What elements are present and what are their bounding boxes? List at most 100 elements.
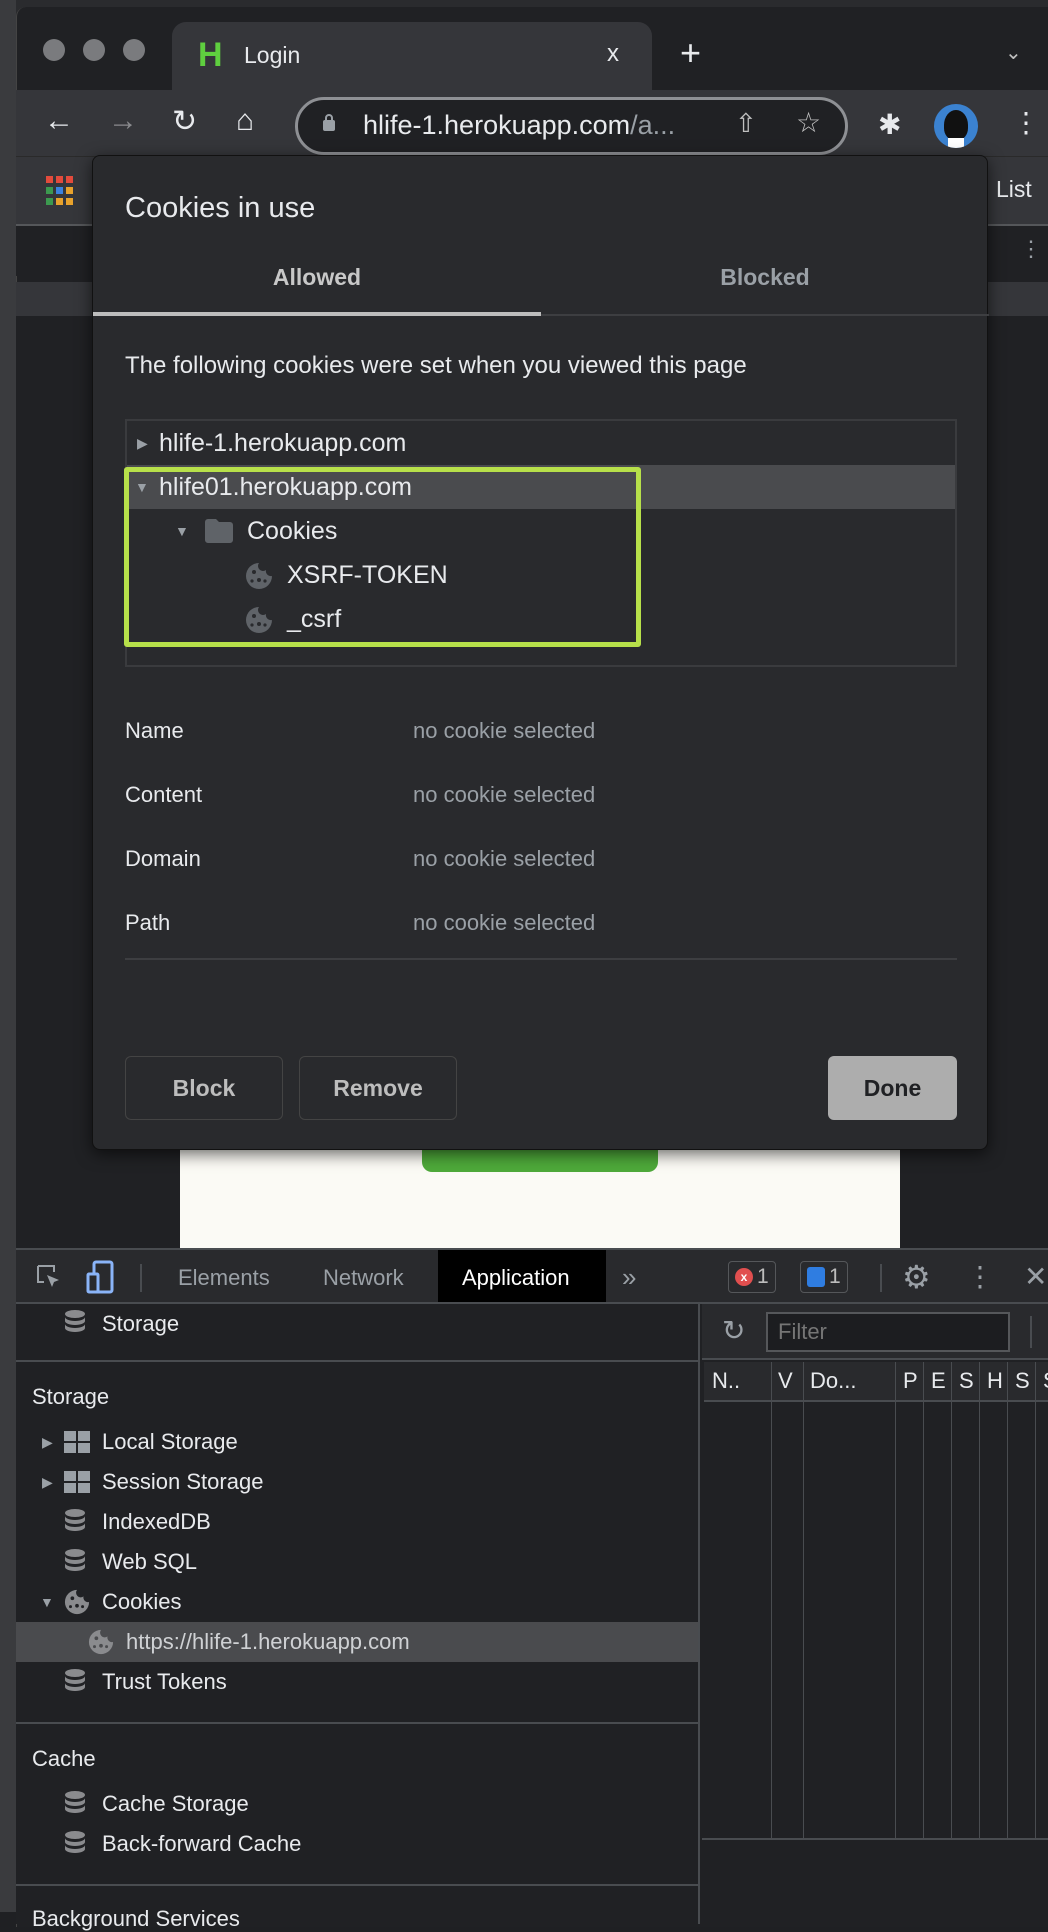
grid-icon (64, 1431, 90, 1453)
dialog-description: The following cookies were set when you … (125, 352, 747, 379)
expand-arrow-icon[interactable]: ▶ (137, 421, 148, 465)
inspect-element-icon[interactable] (36, 1264, 62, 1290)
browser-menu-icon[interactable]: ⋮ (1012, 106, 1040, 139)
sidebar-item-label: https://hlife-1.herokuapp.com (126, 1629, 410, 1654)
column-header-name[interactable]: N.. (712, 1368, 740, 1394)
toolbar-divider (880, 1264, 882, 1292)
column-divider[interactable] (951, 1362, 952, 1838)
collapse-arrow-icon[interactable]: ▼ (40, 1582, 54, 1622)
details-divider (125, 958, 957, 960)
devtools-tab-application-label: Application (462, 1265, 570, 1290)
forward-arrow-icon[interactable]: → (108, 104, 138, 138)
tab-close-icon[interactable]: x (607, 40, 619, 68)
reading-list-button[interactable]: List (996, 176, 1032, 203)
application-sidebar: Storage Storage ▶ Local Storage ▶ Sessio… (16, 1304, 700, 1931)
dialog-title: Cookies in use (125, 192, 316, 224)
share-icon[interactable]: ⇧ (735, 108, 757, 139)
minimize-window-button[interactable] (83, 39, 105, 61)
sidebar-item-indexeddb[interactable]: IndexedDB (16, 1502, 698, 1542)
new-tab-button[interactable]: + (680, 32, 701, 74)
profile-avatar[interactable] (934, 104, 978, 148)
close-devtools-icon[interactable]: ✕ (1024, 1260, 1047, 1293)
sidebar-item-storage-overview[interactable]: Storage (16, 1304, 698, 1344)
error-count: 1 (757, 1265, 769, 1288)
url-path: /a... (630, 110, 676, 140)
errors-badge[interactable]: x1 (728, 1261, 776, 1293)
url-text[interactable]: hlife-1.herokuapp.com/a... (363, 110, 675, 141)
column-header-size[interactable]: S (959, 1368, 974, 1394)
extensions-puzzle-icon[interactable]: ✱ (878, 108, 901, 141)
devtools-menu-icon[interactable]: ⋮ (966, 1260, 994, 1293)
column-header-secure[interactable]: S (1015, 1368, 1030, 1394)
device-toolbar-icon[interactable] (86, 1260, 114, 1294)
devtools-tab-elements[interactable]: Elements (178, 1265, 270, 1291)
zoom-window-button[interactable] (123, 39, 145, 61)
database-icon (65, 1831, 85, 1853)
column-header-domain[interactable]: Do... (810, 1368, 856, 1394)
sidebar-item-back-forward-cache[interactable]: Back-forward Cache (16, 1824, 698, 1864)
lock-icon[interactable] (322, 113, 336, 131)
apps-grid-icon[interactable] (46, 176, 76, 206)
column-divider[interactable] (803, 1362, 804, 1838)
column-header-samesite[interactable]: S (1043, 1368, 1048, 1394)
expand-arrow-icon[interactable]: ▶ (42, 1462, 53, 1502)
sidebar-item-label: Session Storage (102, 1469, 264, 1494)
tab-blocked[interactable]: Blocked (541, 264, 989, 291)
column-divider[interactable] (895, 1362, 896, 1838)
sidebar-item-label: Cache Storage (102, 1791, 249, 1816)
database-icon (65, 1791, 85, 1813)
grid-icon (64, 1471, 90, 1493)
sidebar-item-label: Web SQL (102, 1549, 197, 1574)
column-header-expires[interactable]: E (931, 1368, 946, 1394)
detail-value-domain: no cookie selected (413, 846, 596, 871)
block-button[interactable]: Block (125, 1056, 283, 1120)
tab-allowed[interactable]: Allowed (93, 264, 541, 291)
devtools-tab-network[interactable]: Network (323, 1265, 404, 1291)
column-divider[interactable] (979, 1362, 980, 1838)
detail-value-content: no cookie selected (413, 782, 596, 807)
page-menu-icon[interactable]: ⋮ (1020, 236, 1042, 262)
settings-gear-icon[interactable]: ⚙ (902, 1258, 931, 1296)
column-divider[interactable] (1007, 1362, 1008, 1838)
database-icon (65, 1669, 85, 1691)
sidebar-item-label: Storage (102, 1311, 180, 1336)
sidebar-item-cache-storage[interactable]: Cache Storage (16, 1784, 698, 1824)
tab-search-chevron-icon[interactable]: ⌄ (1005, 40, 1022, 65)
bookmark-star-icon[interactable]: ☆ (796, 106, 821, 139)
column-divider[interactable] (923, 1362, 924, 1838)
done-button[interactable]: Done (828, 1056, 957, 1120)
filter-input[interactable] (766, 1312, 1010, 1352)
tree-item-label: hlife-1.herokuapp.com (159, 429, 407, 457)
close-window-button[interactable] (43, 39, 65, 61)
tab-title: Login (244, 42, 301, 68)
storage-section-header: Storage (32, 1384, 110, 1409)
tree-item-hlife-1[interactable]: ▶ hlife-1.herokuapp.com (127, 421, 955, 465)
column-divider[interactable] (771, 1362, 772, 1838)
home-icon[interactable]: ⌂ (236, 104, 254, 138)
sidebar-item-local-storage[interactable]: ▶ Local Storage (16, 1422, 698, 1462)
column-header-value[interactable]: V (778, 1368, 793, 1394)
sidebar-item-web-sql[interactable]: Web SQL (16, 1542, 698, 1582)
expand-arrow-icon[interactable]: ▶ (42, 1422, 53, 1462)
sidebar-item-cookies-origin[interactable]: https://hlife-1.herokuapp.com (16, 1622, 698, 1662)
column-header-path[interactable]: P (903, 1368, 918, 1394)
database-icon (65, 1509, 85, 1531)
message-icon (807, 1267, 825, 1287)
remove-button[interactable]: Remove (299, 1056, 457, 1120)
sidebar-item-cookies[interactable]: ▼ Cookies (16, 1582, 698, 1622)
detail-value-path: no cookie selected (413, 910, 596, 935)
column-divider[interactable] (1035, 1362, 1036, 1838)
column-header-httponly[interactable]: H (987, 1368, 1003, 1394)
more-tabs-icon[interactable]: » (622, 1262, 636, 1293)
back-arrow-icon[interactable]: ← (44, 104, 74, 138)
error-icon: x (735, 1268, 753, 1286)
reload-icon[interactable]: ↻ (172, 104, 197, 139)
refresh-icon[interactable]: ↻ (722, 1314, 745, 1347)
url-host: hlife-1.herokuapp.com (363, 110, 631, 140)
sidebar-item-trust-tokens[interactable]: Trust Tokens (16, 1662, 698, 1702)
messages-badge[interactable]: 1 (800, 1261, 848, 1293)
database-icon (65, 1310, 85, 1332)
database-icon (65, 1549, 85, 1571)
table-bottom-divider (702, 1838, 1048, 1840)
sidebar-item-session-storage[interactable]: ▶ Session Storage (16, 1462, 698, 1502)
